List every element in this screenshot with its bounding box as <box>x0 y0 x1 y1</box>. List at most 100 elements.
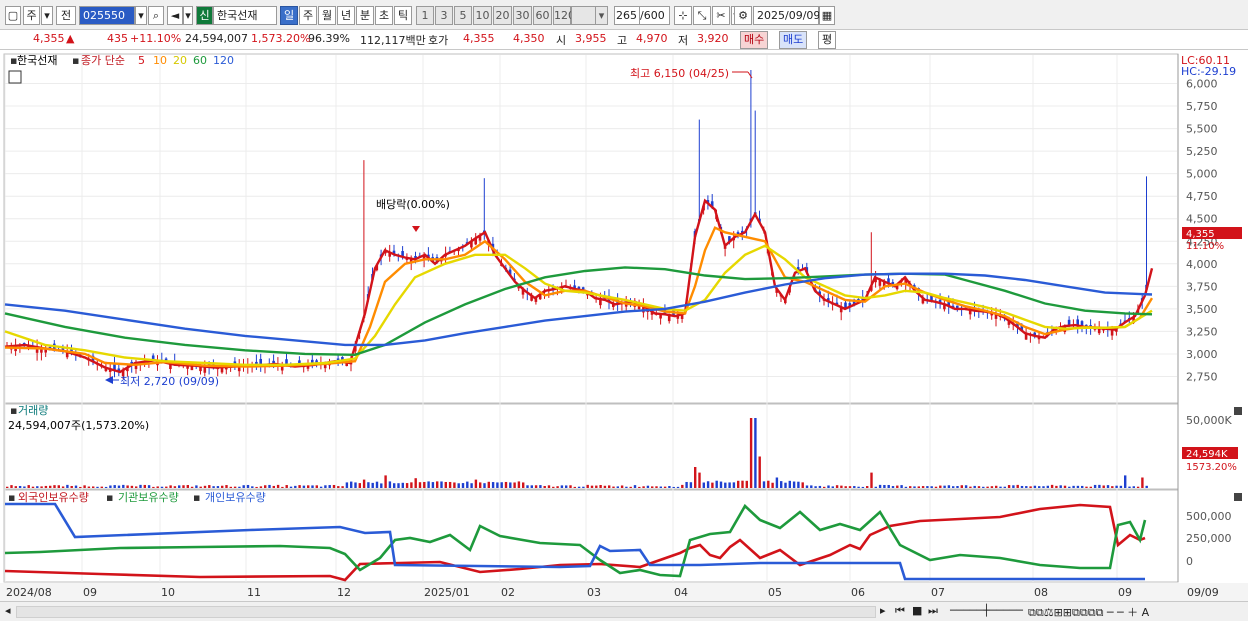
volume-bar <box>711 482 714 488</box>
volume-bar <box>225 485 228 488</box>
interval-year[interactable]: 년 <box>337 6 355 25</box>
interval-minute[interactable]: 분 <box>356 6 374 25</box>
window-icon[interactable]: ▢ <box>5 6 21 25</box>
volume-bar <box>130 485 134 488</box>
volume-bar <box>625 486 628 488</box>
volume-bar <box>1050 484 1054 488</box>
volume-bar <box>199 486 202 488</box>
price-chart[interactable]: ▪ 한국선재 ▪ 종가 단순 5 10 20 60 120 LC:60.11 H… <box>0 50 1248 601</box>
gear-icon[interactable]: ⚙ <box>734 6 752 25</box>
x-tick-label: 2025/01 <box>424 586 470 599</box>
volume-bar <box>788 480 791 488</box>
volume-bar <box>208 485 211 488</box>
zoom-slider[interactable]: ─────┼───── <box>950 604 1023 617</box>
compare-icon[interactable]: ⧉⧉⚖⊞⊞⧉⧉⧉⧉ ─ ─ ＋ A <box>1028 604 1149 620</box>
turnover-rate: 96.39% <box>308 32 350 45</box>
legend-institution: 기관보유수량 <box>118 491 179 504</box>
x-tick-label: 08 <box>1034 586 1048 599</box>
volume-bar <box>23 486 26 488</box>
code-dropdown-icon[interactable]: ▾ <box>135 6 147 25</box>
volume-bar <box>474 479 478 488</box>
scissors-icon[interactable]: ✂ <box>712 6 730 25</box>
stop-icon[interactable]: ■ <box>912 604 922 617</box>
draw-line-icon[interactable]: ⤡ <box>693 6 711 25</box>
mult-10[interactable]: 10 <box>473 6 492 25</box>
volume-bar <box>560 485 564 488</box>
volume-bar <box>294 485 297 488</box>
volume-bar <box>1136 486 1140 488</box>
rewind-icon[interactable]: ⏮ <box>895 604 905 618</box>
volume-bar <box>1042 486 1045 488</box>
volume-bar <box>212 486 215 488</box>
interval-tick[interactable]: 틱 <box>394 6 412 25</box>
mult-5[interactable]: 5 <box>454 6 472 25</box>
volume-bar <box>926 486 929 488</box>
volume-bar <box>388 481 392 488</box>
volume-bar <box>651 486 654 488</box>
volume-bar <box>840 485 843 488</box>
volume-bar <box>483 483 486 488</box>
mult-60[interactable]: 60 <box>533 6 552 25</box>
speaker-icon[interactable]: ◄ <box>167 6 183 25</box>
interval-second[interactable]: 초 <box>375 6 393 25</box>
volume-bar <box>143 484 146 488</box>
volume-bar <box>956 486 959 488</box>
volume-bar <box>1124 475 1127 488</box>
buy-button[interactable]: 매수 <box>740 31 769 49</box>
fast-forward-icon[interactable]: ⏭ <box>928 604 938 618</box>
volume-bar <box>1102 485 1105 488</box>
scroll-right-icon[interactable]: ▸ <box>880 604 886 617</box>
x-tick-label: 09 <box>1118 586 1132 599</box>
volume-bar <box>92 486 95 488</box>
chart-scrollbar[interactable]: ◂ ▸ ⏮ ■ ⏭ ─────┼───── ⧉⧉⚖⊞⊞⧉⧉⧉⧉ ─ ─ ＋ A <box>0 601 1248 621</box>
volume-bar <box>642 486 645 488</box>
mult-120[interactable]: 120 <box>553 6 575 25</box>
chevron-down-icon[interactable]: ▾ <box>41 6 53 25</box>
count-input[interactable]: 265 <box>614 6 640 25</box>
volume-bar <box>663 486 667 488</box>
close-icon[interactable] <box>1234 493 1242 501</box>
credit-badge: 신 <box>196 6 213 25</box>
mult-1[interactable]: 1 <box>416 6 434 25</box>
volume-bar <box>758 456 761 488</box>
volume-bar <box>861 486 865 488</box>
volume-bar <box>792 481 796 488</box>
prev-button[interactable]: 전 <box>56 6 76 25</box>
scroll-track[interactable] <box>16 606 876 618</box>
custom-interval-dropdown-icon[interactable]: ▾ <box>595 6 608 25</box>
crosshair-icon[interactable]: ⊹ <box>674 6 692 25</box>
interval-week[interactable]: 주 <box>299 6 317 25</box>
volume-bar <box>152 486 155 488</box>
volume-bar <box>44 485 48 488</box>
sell-button[interactable]: 매도 <box>779 31 808 49</box>
interval-day[interactable]: 일 <box>280 6 298 25</box>
volume-bar <box>393 483 396 488</box>
mult-20[interactable]: 20 <box>493 6 512 25</box>
volume-bar <box>1106 485 1110 488</box>
code-input[interactable]: 025550 <box>79 6 135 25</box>
eval-button[interactable]: 평 <box>818 31 837 49</box>
x-tick-label: 07 <box>931 586 945 599</box>
mult-30[interactable]: 30 <box>513 6 532 25</box>
volume-bar <box>160 486 164 488</box>
volume-bar <box>986 486 989 488</box>
scroll-left-icon[interactable]: ◂ <box>5 604 11 617</box>
stock-name-field[interactable]: 한국선재 <box>213 6 277 25</box>
table-icon[interactable] <box>8 70 22 84</box>
interval-month[interactable]: 월 <box>318 6 336 25</box>
search-icon[interactable]: ⌕ <box>148 6 164 25</box>
period-select[interactable]: 주 <box>23 6 40 25</box>
date-input[interactable]: 2025/09/09 <box>753 6 820 25</box>
speaker-dropdown-icon[interactable]: ▾ <box>183 6 193 25</box>
volume-bar <box>573 486 576 488</box>
close-icon[interactable] <box>1234 407 1242 415</box>
volume-bar <box>229 486 232 488</box>
volume-bar <box>418 482 422 488</box>
price-tick-label: 5,000 <box>1186 168 1218 181</box>
volume-bar <box>362 479 366 488</box>
mult-3[interactable]: 3 <box>435 6 453 25</box>
volume-bar <box>57 485 60 488</box>
calendar-icon[interactable]: ▦ <box>819 6 835 25</box>
volume-bar <box>18 485 22 488</box>
volume-bar <box>612 486 615 488</box>
